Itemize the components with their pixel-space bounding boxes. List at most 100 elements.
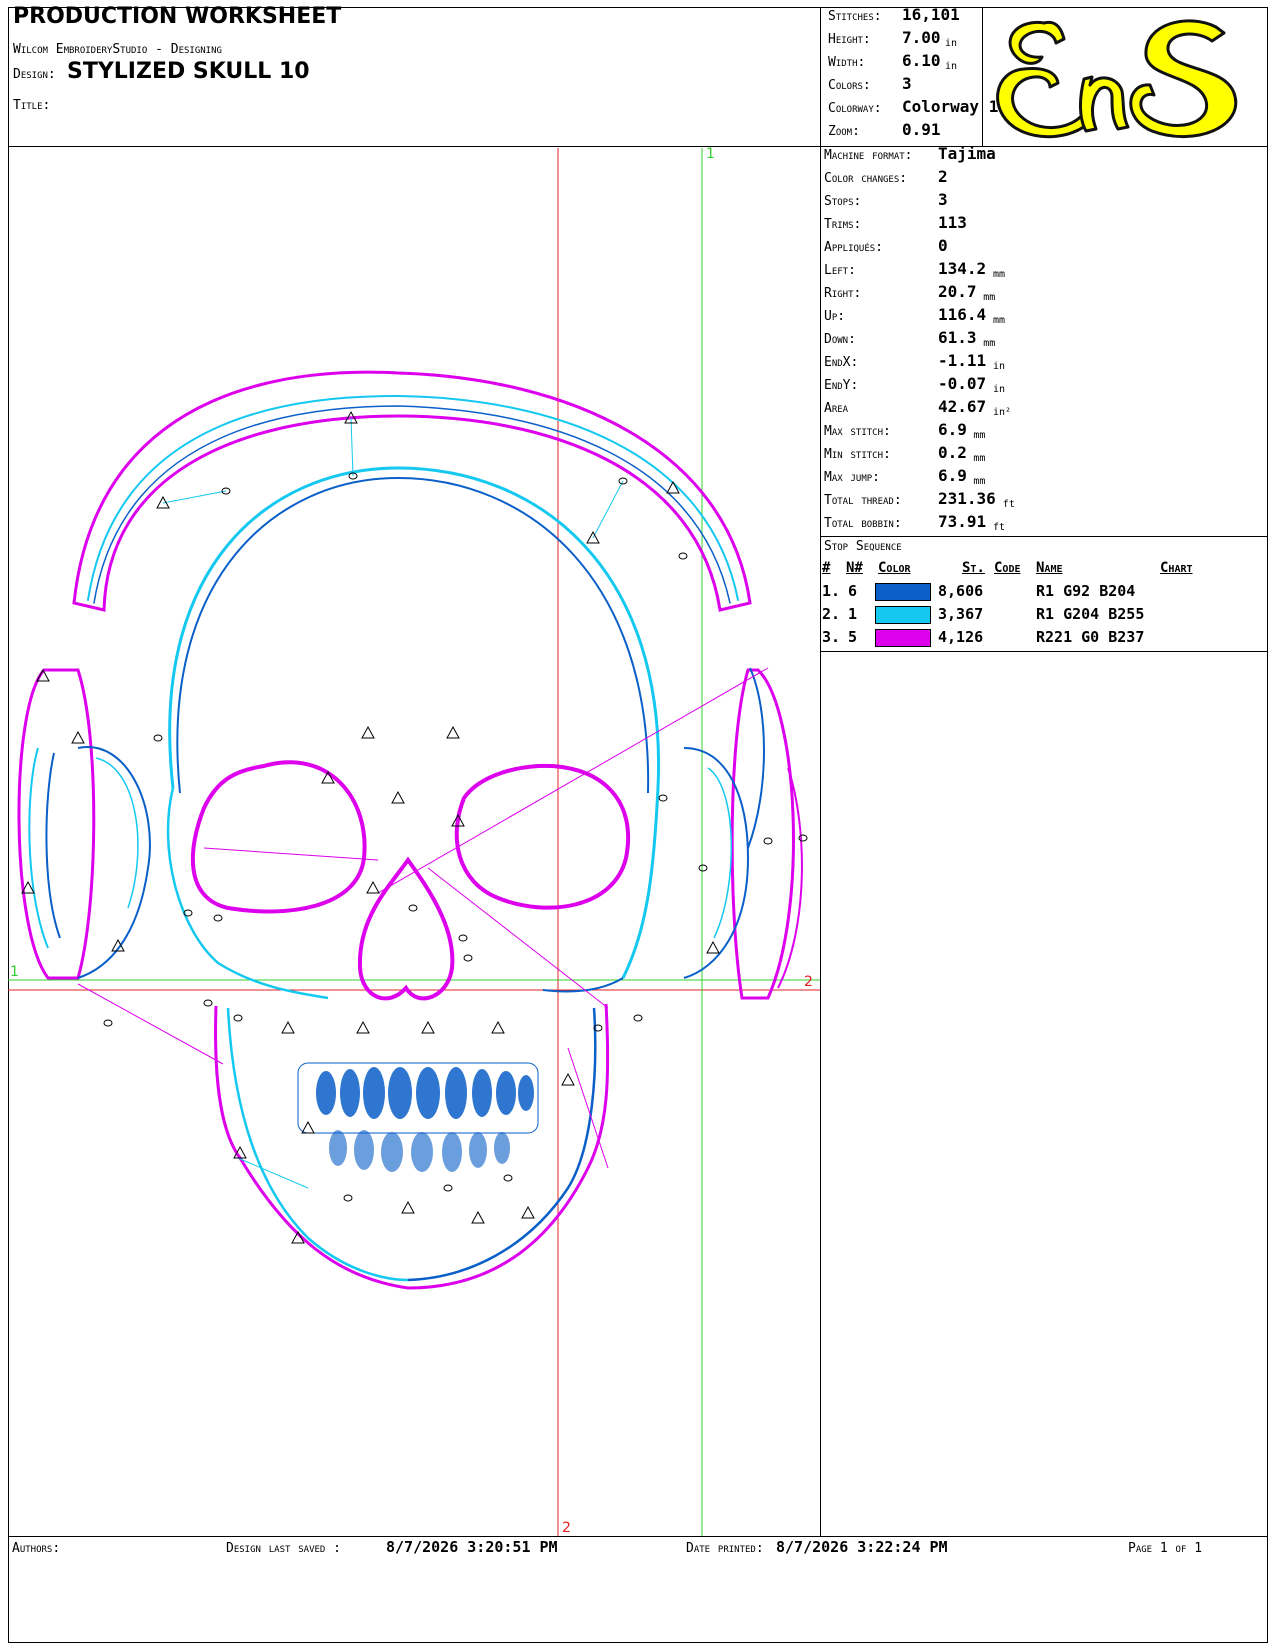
machine-info-unit: mm	[983, 292, 996, 303]
stitch-marker-circle	[103, 1019, 113, 1027]
stop-row-stitches: 4,126	[938, 628, 984, 646]
green-guide-label-top: 1	[706, 146, 715, 162]
machine-info-value: 113	[938, 213, 967, 232]
stop-row-name: R1 G204 B255	[1036, 605, 1145, 623]
stitch-marker-circle	[763, 837, 773, 845]
machine-info-value: 6.9	[938, 466, 967, 485]
machine-info-value: 0	[938, 236, 948, 255]
machine-info-value: Tajima	[938, 144, 996, 163]
stop-row-stitches: 3,367	[938, 605, 984, 623]
red-guide-label-right: 2	[804, 974, 813, 990]
footer-divider	[8, 1536, 1268, 1537]
stitch-marker-circle	[443, 1184, 453, 1192]
summary-value: 6.10	[902, 51, 941, 70]
stitch-marker-circle	[233, 1014, 243, 1022]
stitch-marker-triangle	[281, 1020, 295, 1034]
col-header-stitches: St.	[962, 560, 985, 576]
title-label: Title:	[13, 98, 51, 113]
stop-row-needle: 6	[848, 582, 858, 600]
stitch-marker-triangle	[71, 730, 85, 744]
teeth	[297, 1062, 539, 1172]
stitch-marker-circle	[698, 864, 708, 872]
machine-info-value: 231.36	[938, 489, 996, 508]
stitch-marker-circle	[463, 954, 473, 962]
stitch-marker-triangle	[366, 880, 380, 894]
summary-unit: in	[945, 61, 958, 72]
left-ear-cup	[17, 668, 151, 980]
col-header-num: #	[822, 560, 831, 576]
col-header-needle: N#	[846, 560, 863, 576]
machine-info-value: 134.2	[938, 259, 987, 278]
stitch-marker-circle	[343, 1194, 353, 1202]
stitch-marker-circle	[503, 1174, 513, 1182]
stop-sequence-divider	[820, 536, 1268, 537]
summary-label: Zoom:	[828, 124, 860, 139]
stitch-marker-circle	[203, 999, 213, 1007]
date-printed-value: 8/7/2026 3:22:24 PM	[776, 1538, 948, 1556]
stop-row-color-swatch	[875, 606, 931, 624]
page-number: Page 1 of 1	[1128, 1541, 1203, 1556]
machine-info-unit: mm	[973, 453, 986, 464]
stitch-marker-triangle	[301, 1120, 315, 1134]
stitch-marker-circle	[458, 934, 468, 942]
skull-cranium	[166, 466, 661, 1000]
summary-label: Colorway:	[828, 101, 882, 116]
headphone-band	[72, 370, 752, 612]
last-saved-value: 8/7/2026 3:20:51 PM	[386, 1538, 558, 1556]
stop-row-name: R1 G92 B204	[1036, 582, 1136, 600]
stitch-marker-circle	[213, 914, 223, 922]
machine-info-value: -1.11	[938, 351, 987, 370]
machine-info-label: Right:	[824, 286, 862, 301]
machine-info-value: -0.07	[938, 374, 987, 393]
stitch-marker-circle	[678, 552, 688, 560]
machine-info-label: Total bobbin:	[824, 516, 902, 531]
stitch-marker-circle	[153, 734, 163, 742]
stitch-marker-triangle	[706, 940, 720, 954]
stop-row-num: 3.	[822, 628, 841, 646]
machine-info-label: Trims:	[824, 217, 862, 232]
machine-info-value: 116.4	[938, 305, 987, 324]
machine-info-label: Total thread:	[824, 493, 902, 508]
machine-info-unit: in	[993, 384, 1006, 395]
stitch-marker-triangle	[401, 1200, 415, 1214]
stitch-marker-triangle	[561, 1072, 575, 1086]
summary-label: Width:	[828, 55, 866, 70]
stop-row-num: 1.	[822, 582, 841, 600]
stitch-marker-triangle	[491, 1020, 505, 1034]
summary-label: Stitches:	[828, 9, 882, 24]
machine-info-label: Down:	[824, 332, 856, 347]
ens-logo	[984, 9, 1266, 144]
stop-row-needle: 5	[848, 628, 858, 646]
stitch-marker-circle	[633, 1014, 643, 1022]
machine-info-unit: mm	[983, 338, 996, 349]
date-printed-label: Date printed:	[686, 1541, 764, 1556]
nasal-cavity	[357, 856, 455, 1001]
machine-info-value: 0.2	[938, 443, 967, 462]
authors-label: Authors:	[12, 1541, 61, 1556]
machine-info-value: 42.67	[938, 397, 987, 416]
stitch-marker-triangle	[446, 725, 460, 739]
machine-info-value: 20.7	[938, 282, 977, 301]
header-divider	[8, 146, 1268, 147]
machine-info-label: EndX:	[824, 355, 859, 370]
design-name: STYLIZED SKULL 10	[67, 59, 310, 84]
machine-info-unit: mm	[993, 269, 1006, 280]
stitch-marker-triangle	[421, 1020, 435, 1034]
eye-sockets	[190, 760, 631, 914]
stop-row-stitches: 8,606	[938, 582, 984, 600]
machine-info-unit: mm	[973, 430, 986, 441]
summary-label: Height:	[828, 32, 871, 47]
red-guide-label-bottom: 2	[562, 1520, 571, 1536]
machine-info-label: EndY:	[824, 378, 859, 393]
stitch-marker-triangle	[521, 1205, 535, 1219]
col-header-name: Name	[1036, 560, 1063, 576]
design-label: Design:	[13, 67, 56, 82]
stop-row-needle: 1	[848, 605, 858, 623]
summary-value: 3	[902, 74, 912, 93]
stitch-markers	[21, 410, 808, 1244]
summary-value: 7.00	[902, 28, 941, 47]
stitch-marker-triangle	[471, 1210, 485, 1224]
machine-info-unit: in²	[993, 407, 1012, 418]
machine-info-label: Up:	[824, 309, 846, 324]
machine-info-value: 73.91	[938, 512, 987, 531]
